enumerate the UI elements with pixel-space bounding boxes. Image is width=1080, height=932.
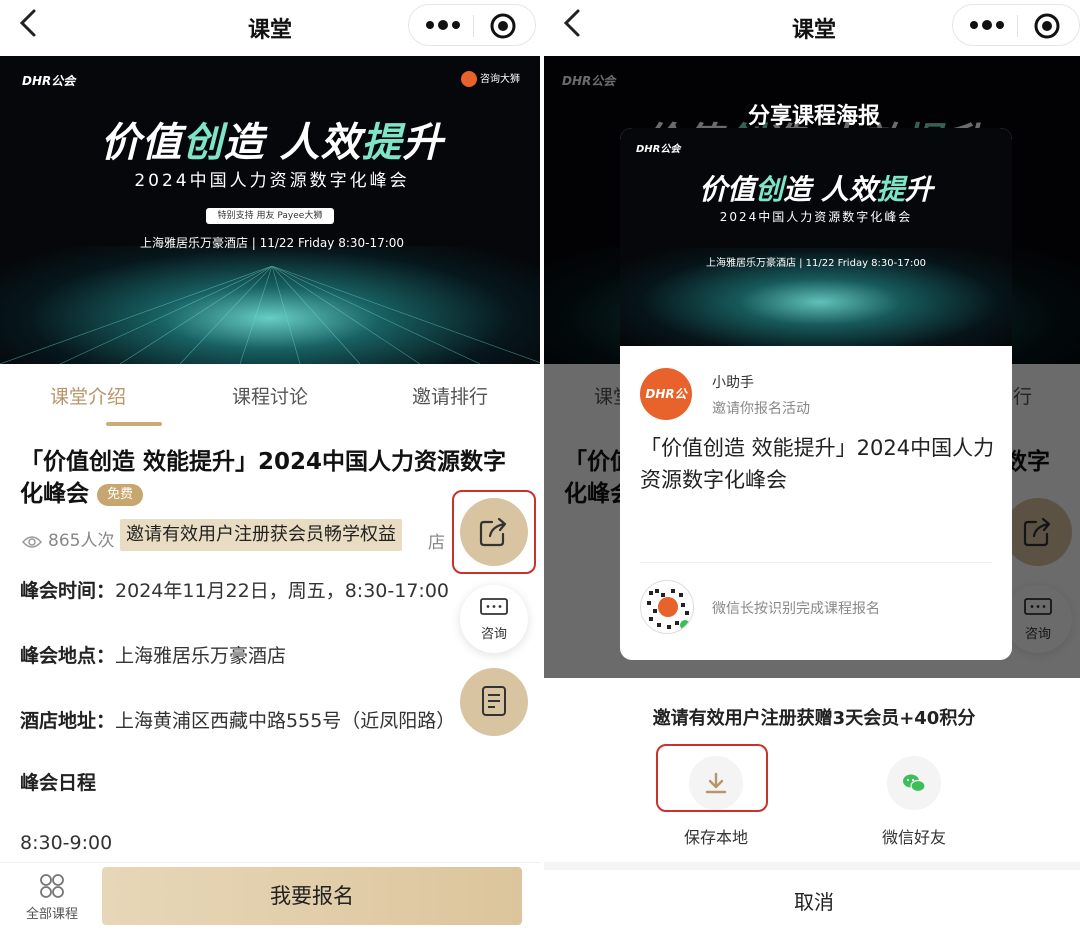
invite-tooltip: 邀请有效用户注册获会员畅学权益 (120, 519, 402, 551)
target-icon[interactable] (1033, 12, 1061, 40)
poster-course-title: 「价值创造 效能提升」2024中国人力资源数字化峰会 (640, 436, 995, 492)
banner-sponsor: 特别支持 用友 Payee大狮 (206, 208, 334, 224)
course-title: 「价值创造 效能提升」2024中国人力资源数字化峰会 免费 (20, 446, 520, 510)
dhr-logo: DHR公会 (22, 74, 76, 88)
nav-bar: 课堂 (0, 0, 540, 56)
signup-button[interactable]: 我要报名 (102, 867, 522, 925)
wechat-circle (887, 756, 941, 810)
summit-time: 峰会时间：2024年11月22日，周五，8:30-17:00 (20, 576, 449, 603)
eye-icon (21, 536, 43, 548)
poster-username: 小助手 (712, 375, 754, 391)
headline-part: 提 (361, 120, 403, 166)
view-count: 865人次 (21, 526, 115, 551)
mini-program-capsule (408, 4, 536, 46)
headline-part: 升 (402, 120, 444, 166)
poster-venue: 上海雅居乐万豪酒店 | 11/22 Friday 8:30-17:00 (705, 258, 927, 269)
view-count-text: 865人次 (48, 531, 115, 551)
poster-subtitle: 2024中国人力资源数字化峰会 (719, 210, 913, 224)
dhr-logo: DHR公会 (636, 144, 681, 155)
schedule-heading: 峰会日程 (20, 768, 96, 795)
share-sheet: 邀请有效用户注册获赠3天会员+40积分 保存本地 微信好友 取消 (544, 678, 1080, 932)
poster-headline: 价值创造 人效提升 (620, 168, 1012, 208)
all-courses-label: 全部课程 (25, 907, 78, 922)
poster-divider (640, 562, 992, 563)
obscured-text: 店 (428, 533, 445, 553)
document-icon (482, 686, 506, 716)
headline-part: 创 (182, 120, 224, 166)
grid-icon (40, 874, 64, 898)
banner-subtitle: 2024中国人力资源数字化峰会 (134, 171, 410, 191)
headline-part: 提 (876, 173, 905, 206)
highlight-annotation (452, 490, 536, 574)
qr-code-icon (640, 580, 694, 634)
tab-indicator (106, 422, 162, 426)
target-icon[interactable] (489, 12, 517, 40)
schedule-heading-text: 峰会日程 (20, 772, 97, 794)
banner-venue: 上海雅居乐万豪酒店 | 11/22 Friday 8:30-17:00 (139, 236, 405, 250)
avatar: DHR公会 (640, 368, 692, 453)
partner-logo: 咨询大狮 (461, 70, 520, 87)
document-button[interactable] (460, 668, 528, 736)
summit-place-value: 上海雅居乐万豪酒店 (115, 645, 287, 667)
headline-part: 价值 (699, 173, 756, 206)
more-dots-icon[interactable] (969, 15, 1005, 35)
schedule-item: 8:30-9:00 (20, 832, 113, 854)
cancel-button[interactable]: 取消 (544, 886, 1080, 915)
nav-bar: 课堂 (544, 0, 1080, 56)
banner-light-rays (0, 266, 540, 364)
more-dots-icon[interactable] (425, 15, 461, 35)
course-page-left: 课堂 DHR公会 咨询大狮 价值创造 人效提升 2024中国人力资源数字化峰会 … (0, 0, 540, 932)
free-badge: 免费 (97, 484, 144, 506)
course-tabs: 课堂介绍 课程讨论 邀请排行 (0, 364, 540, 428)
course-title-text: 「价值创造 效能提升」2024中国人力资源数字化峰会 (20, 449, 507, 507)
headline-part: 价值 (100, 120, 183, 166)
banner-headline: 价值创造 人效提升 (0, 110, 540, 168)
highlight-annotation (656, 744, 768, 812)
tab-invite-rank[interactable]: 邀请排行 (412, 382, 488, 409)
capsule-separator (473, 15, 474, 37)
wechat-friend-button[interactable]: 微信好友 (854, 756, 974, 848)
course-banner: DHR公会 咨询大狮 价值创造 人效提升 2024中国人力资源数字化峰会 特别支… (0, 56, 540, 364)
consult-label: 咨询 (480, 627, 507, 642)
poster-scan-hint: 微信长按识别完成课程报名 (712, 601, 880, 617)
poster-image: DHR公会 价值创造 人效提升 2024中国人力资源数字化峰会 上海雅居乐万豪酒… (620, 128, 1012, 346)
tab-discussion[interactable]: 课程讨论 (232, 382, 308, 409)
summit-place-label: 峰会地点： (20, 645, 116, 667)
summit-time-value: 2024年11月22日，周五，8:30-17:00 (115, 580, 450, 602)
qr-pattern (647, 589, 690, 630)
headline-part: 创 (755, 173, 784, 206)
share-poster-title: 分享课程海报 (747, 104, 880, 129)
share-poster: DHR公会 价值创造 人效提升 2024中国人力资源数字化峰会 上海雅居乐万豪酒… (620, 128, 1012, 660)
partner-logo-mark (461, 71, 477, 87)
sheet-gap (544, 862, 1080, 870)
consult-button[interactable]: 咨询 (460, 585, 528, 653)
hotel-address-label: 酒店地址： (20, 710, 116, 732)
summit-place: 峰会地点：上海雅居乐万豪酒店 (20, 641, 286, 668)
hotel-address-value: 上海黄浦区西藏中路555号（近凤阳路） (115, 710, 456, 732)
mini-program-capsule (952, 4, 1080, 46)
partner-name: 咨询大狮 (480, 74, 520, 85)
bottom-bar: 全部课程 我要报名 (0, 862, 540, 932)
all-courses-button[interactable]: 全部课程 (20, 873, 84, 922)
capsule-separator (1017, 15, 1018, 37)
headline-part: 造 人效 (223, 120, 362, 166)
wechat-icon (903, 774, 926, 793)
share-page-right: 课堂 DHR公会 价值创造 人效提升 课堂介绍 邀请排行 「价值创造 效能提升」… (544, 0, 1080, 932)
tab-intro[interactable]: 课堂介绍 (50, 382, 126, 409)
summit-time-label: 峰会时间： (20, 580, 116, 602)
hotel-address: 酒店地址：上海黄浦区西藏中路555号（近凤阳路） (20, 706, 455, 733)
share-sheet-tip: 邀请有效用户注册获赠3天会员+40积分 (652, 708, 976, 729)
wechat-friend-label: 微信好友 (881, 828, 946, 847)
poster-invite-text: 邀请你报名活动 (712, 401, 810, 417)
save-local-label: 保存本地 (683, 828, 748, 847)
headline-part: 升 (904, 173, 933, 206)
headline-part: 造 人效 (783, 173, 877, 206)
chat-icon (480, 598, 508, 615)
